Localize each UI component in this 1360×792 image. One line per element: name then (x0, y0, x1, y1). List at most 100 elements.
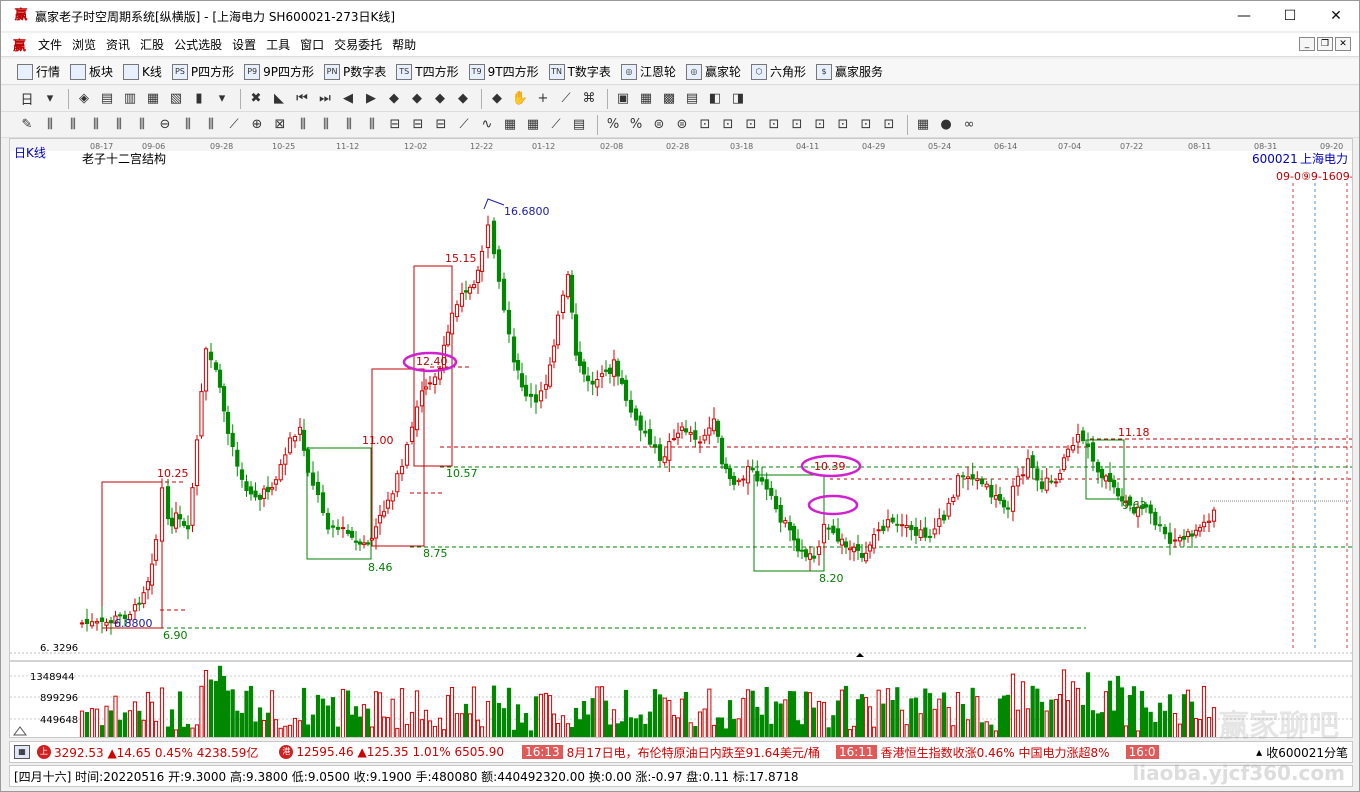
drawing-tool-button-icon[interactable]: ⊡ (764, 115, 784, 135)
maximize-button[interactable]: ☐ (1267, 1, 1313, 31)
chart-tool-button-icon[interactable]: ⏭ (315, 89, 335, 109)
drawing-tool-button-icon[interactable]: % (626, 115, 646, 135)
toolbar-item-12[interactable]: $ 赢家服务 (815, 63, 883, 80)
drawing-tool-button-icon[interactable]: ⊜ (649, 115, 669, 135)
chart-tool-button-icon[interactable]: ▶ (361, 89, 381, 109)
drawing-tool-button-icon[interactable]: ⫼ (339, 115, 359, 135)
drawing-tool-button-icon[interactable]: ⫼ (132, 115, 152, 135)
close-button[interactable]: ✕ (1313, 1, 1359, 31)
chart-tool-button-icon[interactable]: ▤ (97, 89, 117, 109)
chart-tool-button-icon[interactable]: ✖ (246, 89, 266, 109)
chart-tool-button-icon[interactable]: ▩ (659, 89, 679, 109)
chart-tool-button-icon[interactable]: ▾ (40, 89, 60, 109)
hk-index-value[interactable]: 12595.46 ▲125.35 1.01% 6505.90 (296, 745, 504, 759)
drawing-tool-button-icon[interactable]: ⟋ (546, 115, 566, 135)
chart-tool-button-icon[interactable]: ◧ (705, 89, 725, 109)
chart-tool-button-icon[interactable]: 日 (17, 89, 37, 109)
drawing-tool-button-icon[interactable]: ⫼ (178, 115, 198, 135)
toolbar-item-1[interactable]: 板块 (70, 63, 113, 80)
toolbar-item-11[interactable]: ⬡ 六角形 (750, 63, 806, 80)
menu-file[interactable]: 文件 (33, 36, 67, 53)
drawing-tool-button-icon[interactable]: ⊡ (879, 115, 899, 135)
chart-tool-button-icon[interactable]: ⏮ (292, 89, 312, 109)
menu-info[interactable]: 资讯 (101, 36, 135, 53)
drawing-tool-button-icon[interactable]: ▤ (569, 115, 589, 135)
drawing-tool-button-icon[interactable]: ▦ (913, 115, 933, 135)
minimize-button[interactable]: — (1221, 1, 1267, 31)
toolbar-item-2[interactable]: K线 (123, 63, 162, 80)
chart-tool-button-icon[interactable]: ◣ (269, 89, 289, 109)
drawing-tool-button-icon[interactable]: ⊟ (408, 115, 428, 135)
drawing-tool-button-icon[interactable]: ⊟ (431, 115, 451, 135)
drawing-tool-button-icon[interactable]: ⫼ (293, 115, 313, 135)
drawing-tool-button-icon[interactable]: ⊠ (270, 115, 290, 135)
chart-tool-button-icon[interactable]: ⌘ (579, 89, 599, 109)
menu-trade[interactable]: 交易委托 (329, 36, 387, 53)
chart-tool-button-icon[interactable]: ◆ (384, 89, 404, 109)
drawing-tool-button-icon[interactable]: ⊟ (385, 115, 405, 135)
chart-tool-button-icon[interactable]: ▮ (189, 89, 209, 109)
drawing-tool-button-icon[interactable]: % (603, 115, 623, 135)
toolbar-item-3[interactable]: PS P四方形 (171, 63, 234, 80)
chart-tool-button-icon[interactable]: ◨ (728, 89, 748, 109)
chart-tool-button-icon[interactable]: ▾ (212, 89, 232, 109)
drawing-tool-button-icon[interactable]: ⊡ (718, 115, 738, 135)
market-table-icon[interactable]: ▦ (14, 745, 30, 759)
toolbar-item-0[interactable]: 行情 (17, 63, 60, 80)
chart-tool-button-icon[interactable]: ▤ (682, 89, 702, 109)
scroll-chevron-icon[interactable]: ▴ (1256, 745, 1262, 759)
drawing-tool-button-icon[interactable]: ⊡ (741, 115, 761, 135)
drawing-tool-button-icon[interactable]: ⟋ (454, 115, 474, 135)
toolbar-item-5[interactable]: PN P数字表 (324, 63, 386, 80)
chart-tool-button-icon[interactable]: ✋ (510, 89, 530, 109)
drawing-tool-button-icon[interactable]: ⊡ (695, 115, 715, 135)
chart-tool-button-icon[interactable]: ▥ (120, 89, 140, 109)
toolbar-item-7[interactable]: T9 9T四方形 (468, 63, 539, 80)
chart-tool-button-icon[interactable]: ⟋ (556, 89, 576, 109)
menu-huigu[interactable]: 汇股 (135, 36, 169, 53)
toolbar-item-10[interactable]: ◎ 赢家轮 (685, 63, 741, 80)
drawing-tool-button-icon[interactable]: ⟋ (224, 115, 244, 135)
chart-tool-button-icon[interactable]: ▦ (143, 89, 163, 109)
drawing-tool-button-icon[interactable]: ⫼ (63, 115, 83, 135)
chart-tool-button-icon[interactable]: ◀ (338, 89, 358, 109)
drawing-tool-button-icon[interactable]: ⊡ (787, 115, 807, 135)
drawing-tool-button-icon[interactable]: ⫼ (201, 115, 221, 135)
drawing-tool-button-icon[interactable]: ⫼ (86, 115, 106, 135)
drawing-tool-button-icon[interactable]: ● (936, 115, 956, 135)
toolbar-item-9[interactable]: ◎ 江恩轮 (620, 63, 676, 80)
mdi-close-button[interactable]: ✕ (1335, 37, 1351, 51)
drawing-tool-button-icon[interactable]: ⫼ (316, 115, 336, 135)
chart-tool-button-icon[interactable]: ▦ (636, 89, 656, 109)
menu-settings[interactable]: 设置 (227, 36, 261, 53)
mdi-restore-button[interactable]: ❐ (1317, 37, 1333, 51)
menu-formula-select[interactable]: 公式选股 (169, 36, 227, 53)
drawing-tool-button-icon[interactable]: ⊖ (155, 115, 175, 135)
toolbar-item-8[interactable]: TN T数字表 (548, 63, 611, 80)
menu-window[interactable]: 窗口 (295, 36, 329, 53)
chart-tool-button-icon[interactable]: + (533, 89, 553, 109)
chart-tool-button-icon[interactable]: ◈ (74, 89, 94, 109)
kline-chart-pane[interactable]: 08-17 09-06 09-28 10-25 11-12 12-02 12-22 01-12… (9, 138, 1353, 738)
tick-data-label[interactable]: 收600021分笔 (1266, 744, 1348, 761)
drawing-tool-button-icon[interactable]: ▦ (500, 115, 520, 135)
drawing-tool-button-icon[interactable]: ⊡ (810, 115, 830, 135)
drawing-tool-button-icon[interactable]: ⫼ (109, 115, 129, 135)
drawing-tool-button-icon[interactable]: ⊕ (247, 115, 267, 135)
drawing-tool-button-icon[interactable]: ⊜ (672, 115, 692, 135)
chart-tool-button-icon[interactable]: ◆ (430, 89, 450, 109)
menu-tools[interactable]: 工具 (261, 36, 295, 53)
menu-browse[interactable]: 浏览 (67, 36, 101, 53)
scroll-up-icon[interactable] (13, 726, 27, 736)
drawing-tool-button-icon[interactable]: ▦ (523, 115, 543, 135)
chart-tool-button-icon[interactable]: ◆ (407, 89, 427, 109)
drawing-tool-button-icon[interactable]: ⊡ (833, 115, 853, 135)
chart-tool-button-icon[interactable]: ◆ (487, 89, 507, 109)
chart-tool-button-icon[interactable]: ▣ (613, 89, 633, 109)
drawing-tool-button-icon[interactable]: ⫼ (40, 115, 60, 135)
drawing-tool-button-icon[interactable]: ∞ (959, 115, 979, 135)
drawing-tool-button-icon[interactable]: ✎ (17, 115, 37, 135)
drawing-tool-button-icon[interactable]: ∿ (477, 115, 497, 135)
drawing-tool-button-icon[interactable]: ⊡ (856, 115, 876, 135)
sh-index-value[interactable]: 3292.53 ▲14.65 0.45% 4238.59亿 (54, 744, 258, 761)
